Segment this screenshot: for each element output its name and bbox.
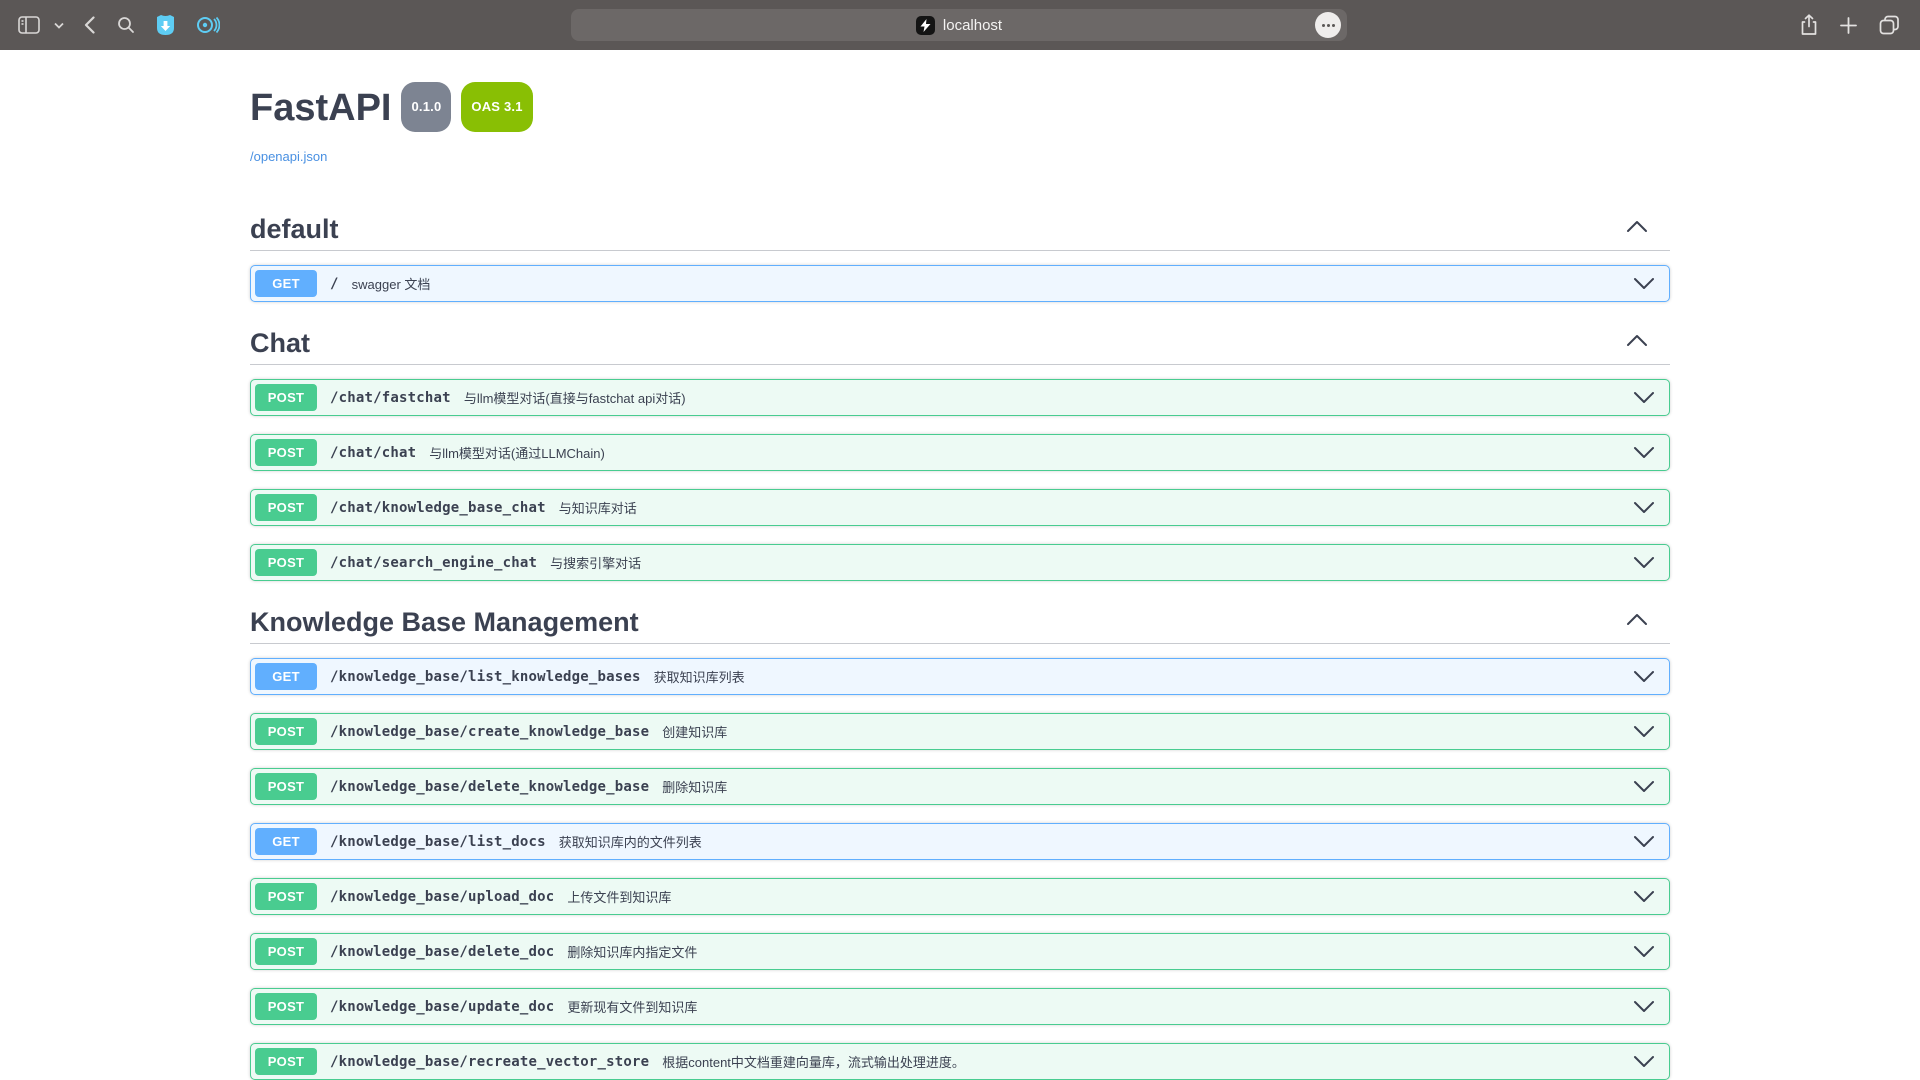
endpoint-row[interactable]: POST /chat/search_engine_chat 与搜索引擎对话 bbox=[250, 544, 1670, 581]
http-method-badge: GET bbox=[255, 828, 317, 855]
site-favicon-bolt-icon bbox=[916, 16, 935, 35]
endpoint-path: /knowledge_base/upload_doc bbox=[330, 889, 554, 905]
openapi-spec-link[interactable]: /openapi.json bbox=[250, 149, 327, 164]
expand-endpoint-icon[interactable] bbox=[1633, 725, 1655, 738]
section-title: Knowledge Base Management bbox=[250, 607, 639, 637]
expand-endpoint-icon[interactable] bbox=[1633, 670, 1655, 683]
section-header[interactable]: Chat bbox=[250, 320, 1670, 365]
http-method-badge: POST bbox=[255, 549, 317, 576]
section-title: default bbox=[250, 214, 339, 244]
endpoint-summary: 创建知识库 bbox=[662, 722, 727, 741]
endpoint-summary: 根据content中文档重建向量库，流式输出处理进度。 bbox=[662, 1052, 965, 1071]
api-section: default GET / swagger 文档 bbox=[250, 206, 1670, 302]
http-method-badge: POST bbox=[255, 883, 317, 910]
http-method-badge: GET bbox=[255, 663, 317, 690]
endpoint-row[interactable]: GET / swagger 文档 bbox=[250, 265, 1670, 302]
endpoint-summary: 与llm模型对话(直接与fastchat api对话) bbox=[464, 388, 686, 407]
endpoint-summary: 上传文件到知识库 bbox=[567, 887, 671, 906]
endpoint-path: /knowledge_base/delete_knowledge_base bbox=[330, 779, 649, 795]
endpoint-summary: 更新现有文件到知识库 bbox=[567, 997, 697, 1016]
share-icon[interactable] bbox=[1800, 14, 1818, 36]
http-method-badge: POST bbox=[255, 1048, 317, 1075]
tab-overview-icon[interactable] bbox=[1879, 15, 1900, 35]
api-section: Chat POST /chat/fastchat 与llm模型对话(直接与fas… bbox=[250, 320, 1670, 581]
endpoint-path: /knowledge_base/recreate_vector_store bbox=[330, 1054, 649, 1070]
http-method-badge: POST bbox=[255, 993, 317, 1020]
expand-endpoint-icon[interactable] bbox=[1633, 835, 1655, 848]
page-title: FastAPI0.1.0OAS 3.1 bbox=[250, 86, 1670, 141]
endpoint-path: /knowledge_base/list_knowledge_bases bbox=[330, 669, 641, 685]
expand-endpoint-icon[interactable] bbox=[1633, 945, 1655, 958]
endpoint-row[interactable]: POST /chat/chat 与llm模型对话(通过LLMChain) bbox=[250, 434, 1670, 471]
http-method-badge: POST bbox=[255, 494, 317, 521]
endpoint-row[interactable]: POST /knowledge_base/recreate_vector_sto… bbox=[250, 1043, 1670, 1080]
section-title: Chat bbox=[250, 328, 310, 358]
endpoint-path: /knowledge_base/list_docs bbox=[330, 834, 546, 850]
http-method-badge: POST bbox=[255, 439, 317, 466]
endpoint-summary: 与知识库对话 bbox=[559, 498, 637, 517]
api-section: Knowledge Base Management GET /knowledge… bbox=[250, 599, 1670, 1080]
url-text: localhost bbox=[943, 17, 1002, 34]
back-icon[interactable] bbox=[84, 16, 95, 34]
expand-endpoint-icon[interactable] bbox=[1633, 556, 1655, 569]
expand-endpoint-icon[interactable] bbox=[1633, 277, 1655, 290]
search-icon[interactable] bbox=[117, 16, 135, 34]
http-method-badge: POST bbox=[255, 773, 317, 800]
expand-endpoint-icon[interactable] bbox=[1633, 1000, 1655, 1013]
endpoint-summary: 删除知识库 bbox=[662, 777, 727, 796]
http-method-badge: POST bbox=[255, 718, 317, 745]
more-ellipsis-icon[interactable] bbox=[1315, 12, 1341, 38]
endpoint-path: / bbox=[330, 276, 339, 292]
sidebar-icon[interactable] bbox=[18, 16, 40, 34]
collapse-section-icon[interactable] bbox=[1626, 613, 1648, 631]
api-info: FastAPI0.1.0OAS 3.1 /openapi.json bbox=[250, 86, 1670, 166]
operations-list: default GET / swagger 文档 Chat bbox=[250, 206, 1670, 1080]
expand-endpoint-icon[interactable] bbox=[1633, 780, 1655, 793]
http-method-badge: POST bbox=[255, 938, 317, 965]
endpoint-summary: 与搜索引擎对话 bbox=[550, 553, 641, 572]
endpoint-path: /chat/search_engine_chat bbox=[330, 555, 537, 571]
section-header[interactable]: Knowledge Base Management bbox=[250, 599, 1670, 644]
endpoint-row[interactable]: POST /knowledge_base/delete_knowledge_ba… bbox=[250, 768, 1670, 805]
endpoint-path: /chat/chat bbox=[330, 445, 416, 461]
api-title-text: FastAPI bbox=[250, 87, 391, 129]
downie-extension-icon[interactable] bbox=[155, 14, 176, 36]
collapse-section-icon[interactable] bbox=[1626, 334, 1648, 352]
browser-toolbar: localhost bbox=[0, 0, 1920, 50]
endpoint-path: /knowledge_base/create_knowledge_base bbox=[330, 724, 649, 740]
endpoint-row[interactable]: GET /knowledge_base/list_knowledge_bases… bbox=[250, 658, 1670, 695]
section-header[interactable]: default bbox=[250, 206, 1670, 251]
oas-badge: OAS 3.1 bbox=[461, 82, 532, 132]
record-extension-icon[interactable] bbox=[196, 15, 220, 35]
endpoint-row[interactable]: POST /knowledge_base/create_knowledge_ba… bbox=[250, 713, 1670, 750]
endpoint-row[interactable]: POST /knowledge_base/upload_doc 上传文件到知识库 bbox=[250, 878, 1670, 915]
endpoint-row[interactable]: POST /chat/knowledge_base_chat 与知识库对话 bbox=[250, 489, 1670, 526]
expand-endpoint-icon[interactable] bbox=[1633, 501, 1655, 514]
endpoint-path: /knowledge_base/delete_doc bbox=[330, 944, 554, 960]
endpoint-summary: 与llm模型对话(通过LLMChain) bbox=[429, 443, 605, 462]
endpoint-summary: 获取知识库列表 bbox=[654, 667, 745, 686]
endpoint-path: /chat/fastchat bbox=[330, 390, 451, 406]
endpoint-row[interactable]: GET /knowledge_base/list_docs 获取知识库内的文件列… bbox=[250, 823, 1670, 860]
endpoint-row[interactable]: POST /chat/fastchat 与llm模型对话(直接与fastchat… bbox=[250, 379, 1670, 416]
version-badge: 0.1.0 bbox=[401, 82, 451, 132]
endpoint-row[interactable]: POST /knowledge_base/delete_doc 删除知识库内指定… bbox=[250, 933, 1670, 970]
chevron-down-icon[interactable] bbox=[54, 22, 64, 29]
endpoint-summary: 获取知识库内的文件列表 bbox=[559, 832, 702, 851]
expand-endpoint-icon[interactable] bbox=[1633, 890, 1655, 903]
endpoint-path: /chat/knowledge_base_chat bbox=[330, 500, 546, 516]
expand-endpoint-icon[interactable] bbox=[1633, 446, 1655, 459]
http-method-badge: GET bbox=[255, 270, 317, 297]
address-bar[interactable]: localhost bbox=[571, 9, 1347, 41]
endpoint-path: /knowledge_base/update_doc bbox=[330, 999, 554, 1015]
new-tab-icon[interactable] bbox=[1840, 17, 1857, 34]
collapse-section-icon[interactable] bbox=[1626, 220, 1648, 238]
expand-endpoint-icon[interactable] bbox=[1633, 391, 1655, 404]
swagger-page: FastAPI0.1.0OAS 3.1 /openapi.json defaul… bbox=[0, 50, 1920, 1080]
endpoint-summary: 删除知识库内指定文件 bbox=[567, 942, 697, 961]
endpoint-row[interactable]: POST /knowledge_base/update_doc 更新现有文件到知… bbox=[250, 988, 1670, 1025]
http-method-badge: POST bbox=[255, 384, 317, 411]
endpoint-summary: swagger 文档 bbox=[352, 274, 431, 293]
expand-endpoint-icon[interactable] bbox=[1633, 1055, 1655, 1068]
